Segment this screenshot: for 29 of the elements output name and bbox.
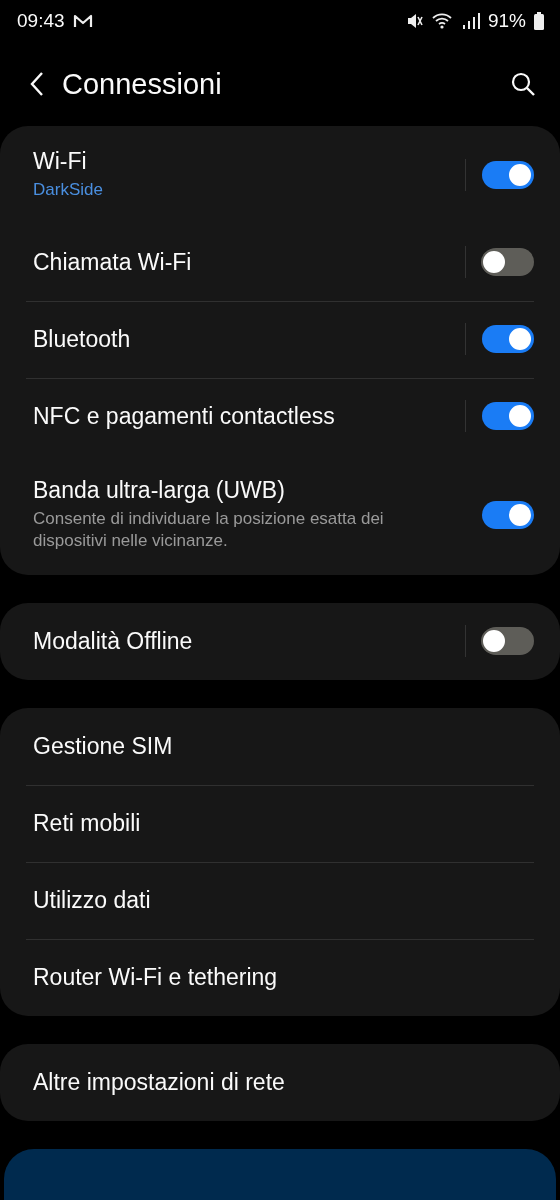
setting-label: Modalità Offline [33,627,194,655]
setting-label: NFC e pagamenti contactless [33,402,336,430]
toggle-switch[interactable] [482,500,534,529]
setting-label: Utilizzo dati [33,886,152,914]
page-title: Connessioni [62,67,223,101]
setting-label: Altre impostazioni di rete [33,1068,286,1096]
status-time: 09:43 [17,10,65,33]
setting-label: Banda ultra-larga (UWB) [33,476,286,504]
battery-level: 91% [487,10,526,33]
battery-icon [534,12,544,31]
setting-description: Consente di individuare la posizione esatta dei dispositivi nelle vicinanze. [33,507,385,553]
setting-label: Reti mobili [33,809,142,837]
signal-icon [461,13,480,30]
setting-label: Bluetooth [33,325,132,353]
wifi-icon [431,12,454,31]
setting-label: Gestione SIM [33,732,174,760]
mail-icon [72,13,93,30]
toggle-switch[interactable] [482,325,534,354]
toggle-switch[interactable] [482,402,534,431]
toggle-switch[interactable] [482,248,534,277]
search-button[interactable] [510,71,536,98]
mute-icon [405,12,424,31]
setting-label: Chiamata Wi-Fi [33,248,193,276]
setting-status: DarkSide [33,178,104,201]
toggle-switch[interactable] [482,627,534,656]
toggle-switch[interactable] [482,160,534,189]
setting-label: Wi-Fi [33,147,88,175]
back-button[interactable] [30,71,44,98]
setting-label: Router Wi-Fi e tethering [33,963,279,991]
